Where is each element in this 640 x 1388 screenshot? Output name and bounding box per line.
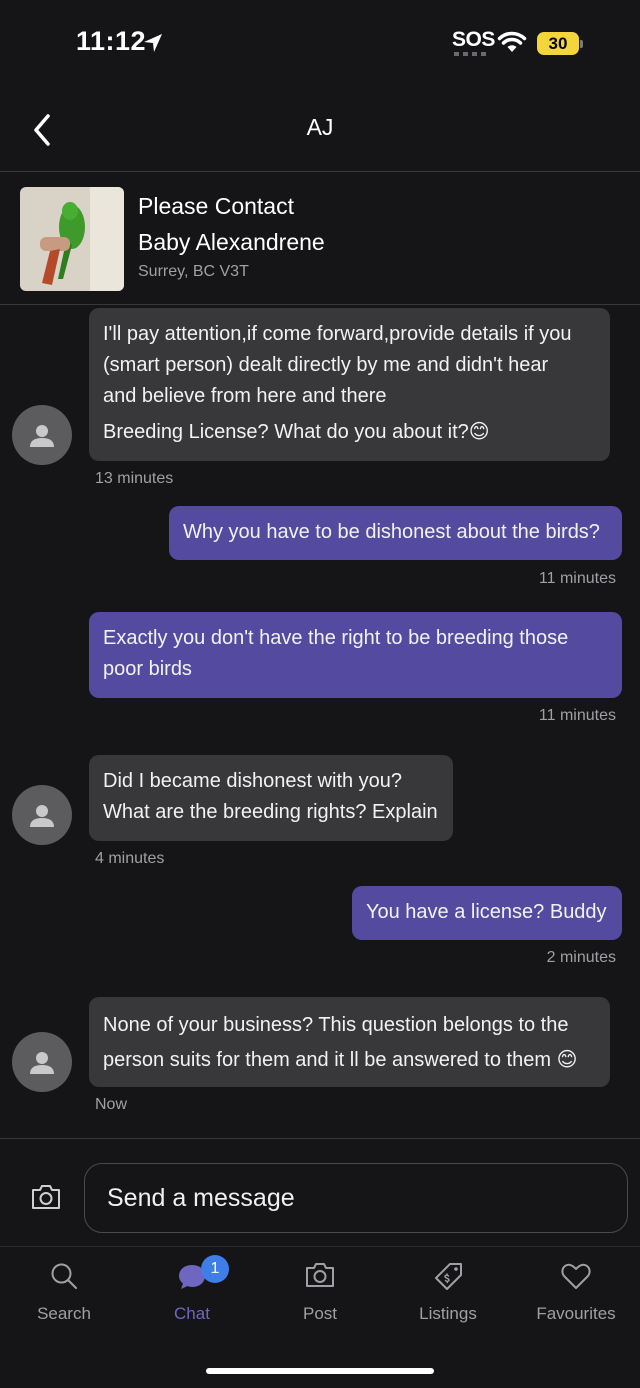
heart-icon bbox=[561, 1263, 591, 1289]
message-timestamp: 4 minutes bbox=[95, 850, 165, 867]
status-time: 11:12 bbox=[76, 26, 147, 56]
signal-dots bbox=[454, 52, 488, 56]
tab-post[interactable]: Post bbox=[256, 1247, 384, 1347]
battery-nub bbox=[580, 40, 583, 48]
location-arrow-icon bbox=[144, 34, 162, 52]
message-text-line: Did I became dishonest with you? bbox=[103, 770, 403, 792]
message-text-line: poor birds bbox=[103, 658, 192, 680]
listing-location: Surrey, BC V3T bbox=[138, 263, 249, 280]
message-text-line: You have a license? Buddy bbox=[366, 901, 607, 923]
message-text-line: (smart person) dealt directly by me and … bbox=[103, 354, 549, 376]
message-text-line: What are the breeding rights? Explain bbox=[103, 801, 438, 823]
tab-favourites[interactable]: Favourites bbox=[512, 1247, 640, 1347]
message-text-line: Breeding License? What do you about it?😊 bbox=[103, 421, 490, 443]
message-bubble: Did I became dishonest with you? What ar… bbox=[89, 755, 453, 841]
message-bubble: You have a license? Buddy bbox=[352, 886, 622, 940]
wifi-icon bbox=[497, 31, 527, 52]
message-timestamp: Now bbox=[95, 1096, 128, 1113]
person-icon bbox=[30, 805, 54, 827]
listing-title: Please Contact bbox=[138, 193, 294, 219]
conversation-title: AJ bbox=[306, 114, 334, 140]
person-icon bbox=[30, 425, 54, 447]
avatar bbox=[12, 1032, 72, 1092]
tab-listings[interactable]: Listings bbox=[384, 1247, 512, 1347]
message-input[interactable] bbox=[84, 1163, 628, 1233]
message-text-line: and believe from here and there bbox=[103, 385, 387, 407]
message-bubble: Exactly you don't have the right to be b… bbox=[89, 612, 622, 698]
message-text-line: I'll pay attention,if come forward,provi… bbox=[103, 323, 572, 345]
sos-indicator: SOS bbox=[452, 28, 495, 51]
person-icon bbox=[30, 1052, 54, 1074]
tab-chat[interactable]: 1 Chat bbox=[128, 1247, 256, 1347]
message-text-line: Exactly you don't have the right to be b… bbox=[103, 627, 569, 649]
status-bar: 11:12 SOS 30 bbox=[0, 0, 640, 88]
tab-bar: Search 1 Chat Post Listings Favourites bbox=[0, 1246, 640, 1388]
message-timestamp: 11 minutes bbox=[538, 707, 616, 724]
battery-indicator: 30 bbox=[537, 32, 579, 55]
tab-label: Post bbox=[302, 1304, 338, 1323]
camera-icon bbox=[32, 1185, 60, 1209]
message-timestamp: 2 minutes bbox=[546, 949, 616, 966]
unread-badge: 1 bbox=[201, 1255, 229, 1283]
message-bubble: I'll pay attention,if come forward,provi… bbox=[89, 308, 610, 461]
tab-label: Favourites bbox=[536, 1304, 616, 1323]
listing-thumbnail bbox=[20, 187, 124, 291]
camera-button[interactable] bbox=[30, 1183, 62, 1211]
camera-icon bbox=[306, 1263, 334, 1287]
avatar bbox=[12, 405, 72, 465]
listing-title-line2: Baby Alexandrene bbox=[138, 229, 325, 255]
tab-search[interactable]: Search bbox=[0, 1247, 128, 1347]
message-text-line: None of your business? This question bel… bbox=[103, 1014, 569, 1036]
message-timestamp: 11 minutes bbox=[538, 570, 616, 587]
message-text-line: Why you have to be dishonest about the b… bbox=[183, 521, 600, 543]
search-icon bbox=[51, 1263, 77, 1289]
message-timestamp: 13 minutes bbox=[95, 470, 174, 487]
listing-summary[interactable]: Please Contact Baby Alexandrene Surrey, … bbox=[0, 173, 640, 305]
nav-header: AJ bbox=[0, 92, 640, 172]
tab-label: Listings bbox=[419, 1304, 477, 1323]
message-bubble: None of your business? This question bel… bbox=[89, 997, 610, 1087]
tab-label: Chat bbox=[174, 1304, 210, 1323]
avatar bbox=[12, 785, 72, 845]
message-composer bbox=[0, 1138, 640, 1246]
price-tag-icon bbox=[435, 1263, 462, 1290]
tab-label: Search bbox=[37, 1304, 91, 1323]
message-text-line: person suits for them and it ll be answe… bbox=[103, 1049, 578, 1071]
message-bubble: Why you have to be dishonest about the b… bbox=[169, 506, 622, 560]
home-indicator[interactable] bbox=[206, 1368, 434, 1374]
